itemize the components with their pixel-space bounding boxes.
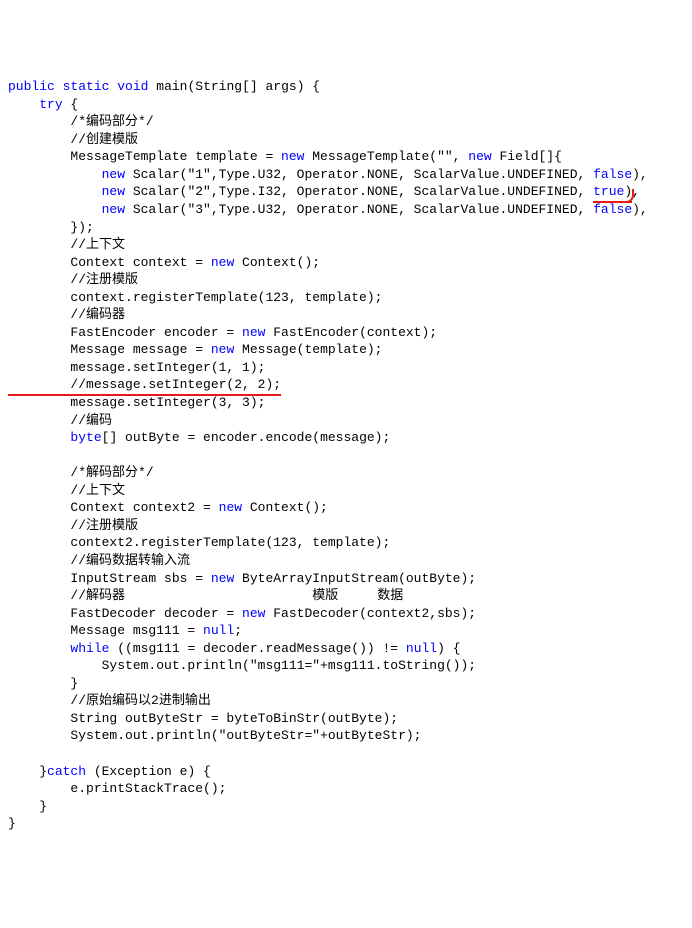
code-line: try {: [8, 97, 78, 112]
keyword-new: new: [468, 149, 491, 164]
code-line: String outByteStr = byteToBinStr(outByte…: [8, 711, 398, 726]
code-line: //上下文: [8, 483, 125, 498]
keyword-new: new: [102, 184, 125, 199]
code-line: //编码数据转输入流: [8, 553, 190, 568]
code-line: new Scalar("1",Type.U32, Operator.NONE, …: [8, 167, 648, 182]
keyword-new: new: [242, 606, 265, 621]
keyword-new: new: [211, 571, 234, 586]
code-line: System.out.println("msg111="+msg111.toSt…: [8, 658, 476, 673]
code-line: /*解码部分*/: [8, 465, 154, 480]
keyword-new: new: [102, 167, 125, 182]
code-line: }: [8, 676, 78, 691]
code-line: context.registerTemplate(123, template);: [8, 290, 382, 305]
code-line: //创建模版: [8, 132, 138, 147]
code-line: //上下文: [8, 237, 125, 252]
code-line: //解码器 模版 数据: [8, 588, 403, 603]
code-line: new Scalar("3",Type.U32, Operator.NONE, …: [8, 202, 648, 217]
code-line: //编码器: [8, 307, 125, 322]
keyword-while: while: [70, 641, 109, 656]
keyword-try: try: [39, 97, 62, 112]
keyword-new: new: [102, 202, 125, 217]
code-line: new Scalar("2",Type.I32, Operator.NONE, …: [8, 184, 640, 199]
code-line: while ((msg111 = decoder.readMessage()) …: [8, 641, 461, 656]
code-line: Message msg111 = null;: [8, 623, 242, 638]
keyword-null: null: [203, 623, 234, 638]
keyword-false: false: [593, 202, 632, 217]
code-text: main(String[] args) {: [148, 79, 320, 94]
code-line: byte[] outByte = encoder.encode(message)…: [8, 430, 390, 445]
code-line: System.out.println("outByteStr="+outByte…: [8, 728, 421, 743]
code-line: //注册模版: [8, 518, 138, 533]
code-line: InputStream sbs = new ByteArrayInputStre…: [8, 571, 476, 586]
code-line: public static void main(String[] args) {: [8, 79, 320, 94]
keyword-new: new: [211, 342, 234, 357]
code-line: FastDecoder decoder = new FastDecoder(co…: [8, 606, 476, 621]
keyword-catch: catch: [47, 764, 86, 779]
keyword-true: true: [593, 184, 624, 199]
code-line: Message message = new Message(template);: [8, 342, 382, 357]
code-line: });: [8, 220, 94, 235]
keyword-new: new: [281, 149, 304, 164]
keyword-new: new: [211, 255, 234, 270]
code-line: //编码: [8, 413, 112, 428]
keyword-null: null: [406, 641, 437, 656]
red-paren-icon: [622, 189, 634, 203]
annotation-true-underline: true): [593, 183, 632, 201]
keyword-new: new: [219, 500, 242, 515]
annotation-commented-underline: //message.setInteger(2, 2);: [8, 376, 281, 394]
code-line: Context context2 = new Context();: [8, 500, 328, 515]
keyword-new: new: [242, 325, 265, 340]
keyword-static: static: [63, 79, 110, 94]
keyword-byte: byte: [70, 430, 101, 445]
code-line: }: [8, 799, 47, 814]
keyword-void: void: [117, 79, 148, 94]
keyword-false: false: [593, 167, 632, 182]
keyword-public: public: [8, 79, 55, 94]
code-line: //注册模版: [8, 272, 138, 287]
code-line: Context context = new Context();: [8, 255, 320, 270]
code-line: //原始编码以2进制输出: [8, 693, 211, 708]
code-line: }: [8, 816, 16, 831]
code-line: }catch (Exception e) {: [8, 764, 211, 779]
code-line: /*编码部分*/: [8, 114, 154, 129]
code-line: message.setInteger(1, 1);: [8, 360, 265, 375]
red-underline-icon: [8, 394, 281, 396]
code-line: //message.setInteger(2, 2);: [8, 377, 281, 392]
code-block: public static void main(String[] args) {…: [8, 78, 684, 833]
code-line: e.printStackTrace();: [8, 781, 226, 796]
code-line: FastEncoder encoder = new FastEncoder(co…: [8, 325, 437, 340]
code-line: context2.registerTemplate(123, template)…: [8, 535, 390, 550]
code-line: message.setInteger(3, 3);: [8, 395, 265, 410]
code-line: MessageTemplate template = new MessageTe…: [8, 149, 562, 164]
